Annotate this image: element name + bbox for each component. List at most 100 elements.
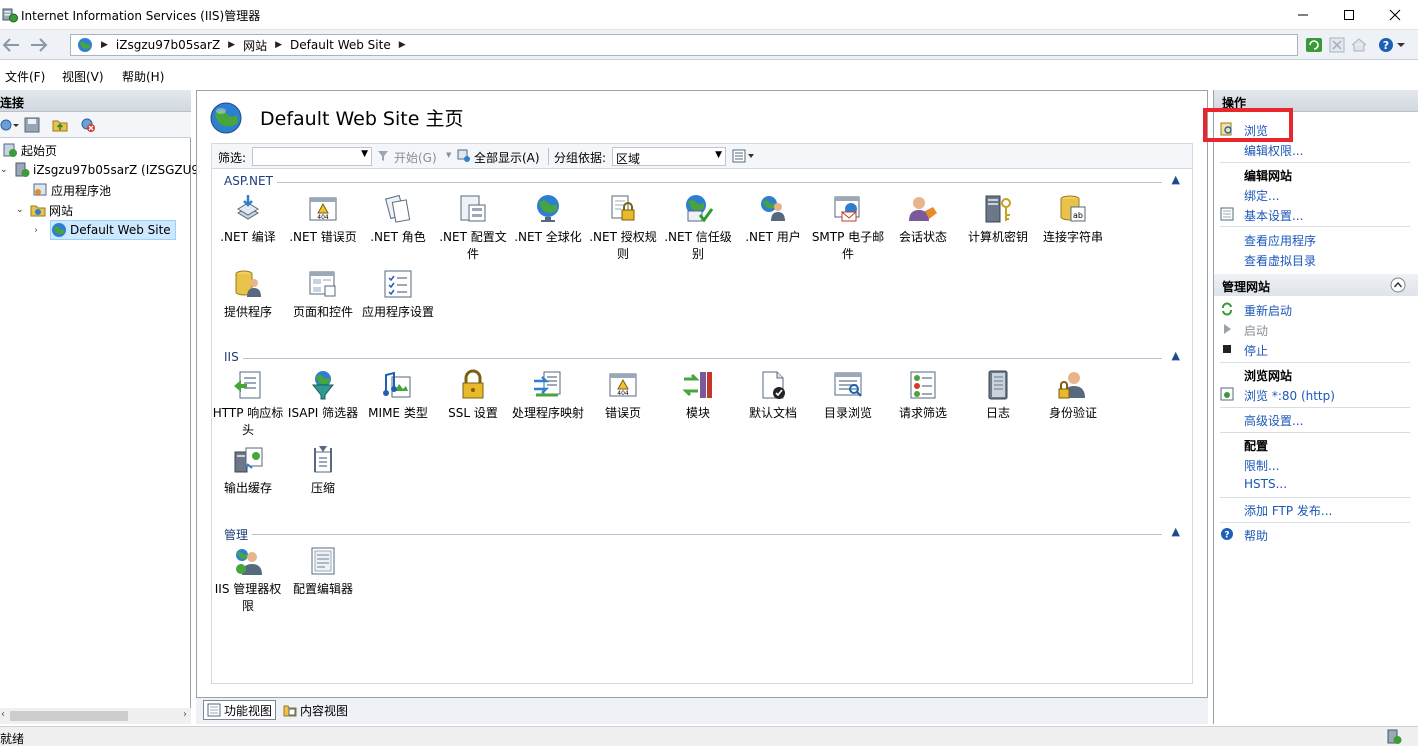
filter-input[interactable]: ▼ <box>252 147 372 166</box>
feature-isapi-filters[interactable]: ISAPI 筛选器 <box>285 369 361 422</box>
feature-label: 提供程序 <box>223 305 272 319</box>
up-folder-icon[interactable] <box>52 117 68 133</box>
feature-http-response-headers[interactable]: HTTP 响应标头 <box>210 369 286 439</box>
feature-handler-mappings[interactable]: 处理程序映射 <box>510 369 586 422</box>
feature-compression[interactable]: 压缩 <box>285 444 361 497</box>
disconnect-icon[interactable] <box>80 117 96 133</box>
show-all-button[interactable]: 全部显示(A) <box>474 149 540 166</box>
feature-modules[interactable]: 模块 <box>660 369 736 422</box>
tree-item-start-page[interactable]: 起始页 <box>2 140 57 160</box>
back-button[interactable] <box>0 35 22 55</box>
group-header-iis[interactable]: IIS ▲ <box>224 349 1184 366</box>
feature-request-filtering[interactable]: 请求筛选 <box>885 369 961 422</box>
hsts-link[interactable]: HSTS... <box>1244 477 1287 491</box>
forward-button[interactable] <box>28 35 50 55</box>
minimize-button[interactable] <box>1280 0 1326 30</box>
tab-content-view[interactable]: 内容视图 <box>280 700 351 720</box>
breadcrumb-site[interactable]: Default Web Site <box>290 38 391 52</box>
home-button[interactable] <box>1348 35 1370 55</box>
scroll-thumb[interactable] <box>10 711 128 721</box>
feature-configuration-editor[interactable]: 配置编辑器 <box>285 545 361 598</box>
feature-net-error-pages[interactable]: 404 .NET 错误页 <box>285 193 361 246</box>
feature-iis-manager-permissions[interactable]: IIS 管理器权限 <box>210 545 286 615</box>
view-mode-icon[interactable] <box>732 149 756 163</box>
maximize-button[interactable] <box>1326 0 1372 30</box>
feature-ssl-settings[interactable]: SSL 设置 <box>435 369 511 422</box>
chevron-down-icon[interactable]: ⌄ <box>16 205 30 215</box>
tree-item-server[interactable]: ⌄ iZsgzu97b05sarZ (IZSGZU9 <box>0 160 199 180</box>
tree-expander[interactable]: › <box>34 220 38 240</box>
basic-settings-link[interactable]: 基本设置... <box>1244 207 1303 224</box>
dropdown-arrow-icon[interactable]: ▼ <box>715 150 722 160</box>
connections-hscrollbar[interactable]: ‹ › <box>0 708 191 724</box>
tab-features-view[interactable]: 功能视图 <box>203 700 277 720</box>
stop-nav-button[interactable] <box>1326 35 1348 55</box>
close-button[interactable] <box>1372 0 1418 30</box>
help-dropdown-button[interactable]: ? <box>1376 35 1408 55</box>
feature-directory-browsing[interactable]: 目录浏览 <box>810 369 886 422</box>
view-virtual-directories-link[interactable]: 查看虚拟目录 <box>1244 252 1316 269</box>
tree-item-sites[interactable]: ⌄ 网站 <box>16 200 73 220</box>
menu-view[interactable]: 视图(V) <box>62 68 104 85</box>
feature-net-globalization[interactable]: .NET 全球化 <box>510 193 586 246</box>
edit-permissions-link[interactable]: 编辑权限... <box>1244 142 1303 159</box>
feature-label: ISAPI 筛选器 <box>287 406 359 420</box>
save-icon[interactable] <box>24 117 40 133</box>
feature-mime-types[interactable]: MIME 类型 <box>360 369 436 422</box>
feature-session-state[interactable]: 会话状态 <box>885 193 961 246</box>
collapse-icon[interactable]: ▲ <box>1172 349 1180 362</box>
refresh-button[interactable] <box>1303 35 1325 55</box>
group-by-select[interactable]: 区域 ▼ <box>612 147 726 166</box>
start-link[interactable]: 启动 <box>1244 322 1268 339</box>
feature-net-roles[interactable]: .NET 角色 <box>360 193 436 246</box>
bindings-link[interactable]: 绑定... <box>1244 187 1279 204</box>
page-title: Default Web Site 主页 <box>260 108 464 130</box>
feature-output-caching[interactable]: 输出缓存 <box>210 444 286 497</box>
address-breadcrumb[interactable]: ▶ iZsgzu97b05sarZ ▶ 网站 ▶ Default Web Sit… <box>70 34 1298 56</box>
feature-default-document[interactable]: 默认文档 <box>735 369 811 422</box>
view-applications-link[interactable]: 查看应用程序 <box>1244 232 1316 249</box>
group-header-aspnet[interactable]: ASP.NET ▲ <box>224 173 1184 190</box>
restart-link[interactable]: 重新启动 <box>1244 302 1292 319</box>
collapse-icon[interactable]: ▲ <box>1172 525 1180 538</box>
svg-text:?: ? <box>1224 531 1229 541</box>
scroll-left-icon[interactable]: ‹ <box>1 709 5 720</box>
collapse-icon[interactable]: ▲ <box>1172 173 1180 186</box>
feature-net-trust-levels[interactable]: .NET 信任级别 <box>660 193 736 263</box>
feature-authentication[interactable]: 身份验证 <box>1035 369 1111 422</box>
feature-connection-strings[interactable]: ab 连接字符串 <box>1035 193 1111 246</box>
collapse-up-icon[interactable] <box>1390 277 1406 293</box>
menu-help[interactable]: 帮助(H) <box>122 68 164 85</box>
add-ftp-publishing-link[interactable]: 添加 FTP 发布... <box>1244 502 1332 519</box>
advanced-settings-link[interactable]: 高级设置... <box>1244 412 1303 429</box>
feature-machine-key[interactable]: 计算机密钥 <box>960 193 1036 246</box>
browse-port-link[interactable]: 浏览 *:80 (http) <box>1244 387 1335 404</box>
menu-file[interactable]: 文件(F) <box>5 68 45 85</box>
feature-net-users[interactable]: .NET 用户 <box>735 193 811 246</box>
tree-item-app-pools[interactable]: 应用程序池 <box>32 180 111 200</box>
feature-net-profile[interactable]: .NET 配置文件 <box>435 193 511 263</box>
feature-error-pages[interactable]: 404 错误页 <box>585 369 661 422</box>
go-button[interactable]: 开始(G) <box>394 149 437 166</box>
scroll-right-icon[interactable]: › <box>183 709 187 720</box>
help-link[interactable]: 帮助 <box>1244 527 1268 544</box>
feature-net-authorization[interactable]: .NET 授权规则 <box>585 193 661 263</box>
go-dropdown-icon[interactable]: ▼ <box>446 151 451 159</box>
feature-logging[interactable]: 日志 <box>960 369 1036 422</box>
chevron-down-icon[interactable]: ⌄ <box>0 165 14 175</box>
feature-app-settings[interactable]: 应用程序设置 <box>360 268 436 321</box>
stop-link[interactable]: 停止 <box>1244 342 1268 359</box>
connect-icon[interactable] <box>0 117 20 133</box>
feature-net-compilation[interactable]: .NET 编译 <box>210 193 286 246</box>
breadcrumb-server[interactable]: iZsgzu97b05sarZ <box>116 38 220 52</box>
limits-link[interactable]: 限制... <box>1244 457 1279 474</box>
chevron-right-icon[interactable]: › <box>34 225 38 236</box>
group-header-management[interactable]: 管理 ▲ <box>224 525 1184 543</box>
tree-item-default-web-site[interactable]: Default Web Site <box>50 220 176 240</box>
dropdown-arrow-icon[interactable]: ▼ <box>361 149 368 159</box>
feature-providers[interactable]: 提供程序 <box>210 268 286 321</box>
feature-smtp-email[interactable]: SMTP 电子邮件 <box>810 193 886 263</box>
pages-controls-icon <box>309 271 336 297</box>
breadcrumb-sites[interactable]: 网站 <box>243 37 267 54</box>
feature-pages-controls[interactable]: 页面和控件 <box>285 268 361 321</box>
